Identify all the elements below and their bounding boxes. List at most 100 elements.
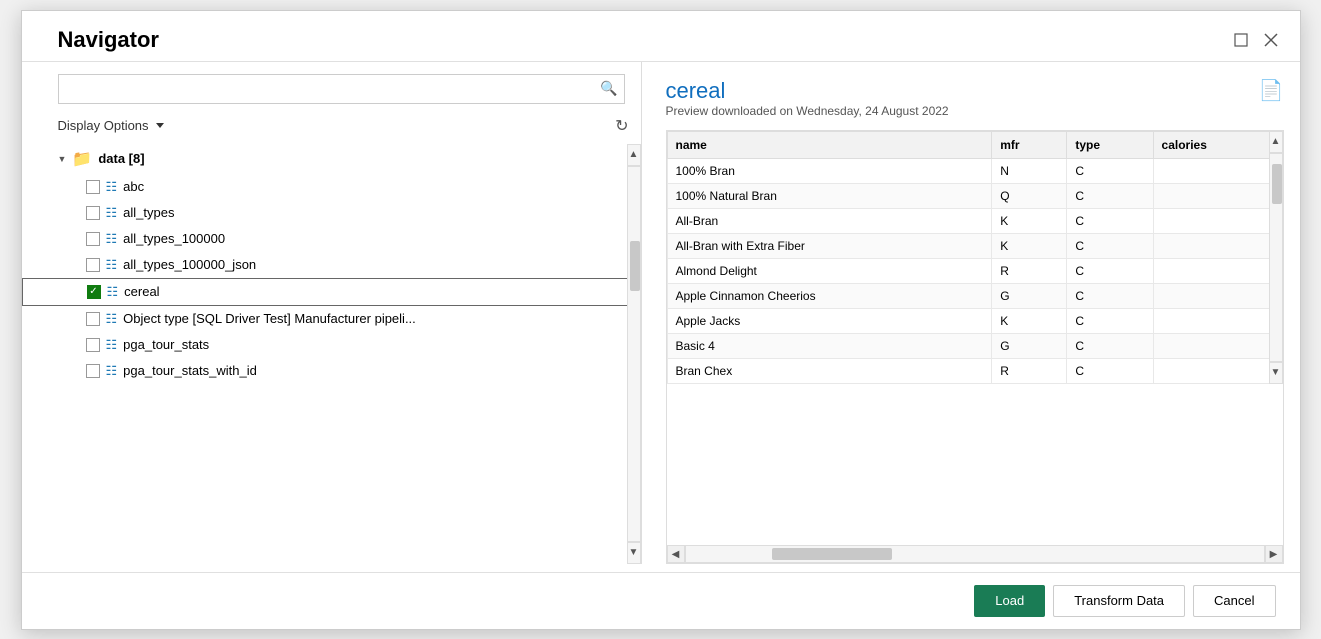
h-scroll-track — [685, 545, 1265, 563]
cell-type: C — [1067, 233, 1153, 258]
table-icon: ☷ — [106, 179, 118, 195]
list-item[interactable]: ☷ pga_tour_stats — [22, 332, 641, 358]
dropdown-arrow-icon — [156, 123, 164, 128]
scroll-down-button[interactable]: ▼ — [627, 542, 641, 564]
cell-name: All-Bran — [667, 208, 992, 233]
h-scroll-thumb[interactable] — [772, 548, 892, 560]
cell-calories — [1153, 333, 1282, 358]
collapse-icon[interactable]: ▼ — [58, 154, 67, 164]
tree-list: ▼ 📁 data [8] ☷ abc ☷ all_types ☷ — [22, 144, 641, 564]
search-input[interactable] — [65, 81, 601, 96]
item-label: pga_tour_stats — [123, 337, 209, 352]
cell-mfr: G — [992, 283, 1067, 308]
scroll-thumb[interactable] — [630, 241, 640, 291]
refresh-icon[interactable]: ↻ — [615, 116, 628, 136]
item-label: all_types — [123, 205, 174, 220]
item-checkbox[interactable] — [86, 180, 100, 194]
preview-copy-icon[interactable]: 📄 — [1259, 78, 1284, 103]
cell-type: C — [1067, 308, 1153, 333]
table-scroll-thumb[interactable] — [1272, 164, 1282, 204]
cell-mfr: R — [992, 258, 1067, 283]
scroll-up-button[interactable]: ▲ — [627, 144, 641, 166]
transform-data-button[interactable]: Transform Data — [1053, 585, 1185, 617]
table-scroll-track — [1269, 153, 1283, 362]
item-checkbox-cereal[interactable]: ✓ — [87, 285, 101, 299]
close-button[interactable] — [1262, 31, 1280, 49]
table-icon: ☷ — [106, 363, 118, 379]
table-row: Almond Delight R C — [667, 258, 1282, 283]
horizontal-scrollbar: ◀ ▶ — [667, 545, 1283, 563]
item-checkbox[interactable] — [86, 364, 100, 378]
cell-type: C — [1067, 158, 1153, 183]
cell-name: Almond Delight — [667, 258, 992, 283]
navigator-dialog: Navigator 🔍 — [21, 10, 1301, 630]
list-item[interactable]: ☷ all_types_100000 — [22, 226, 641, 252]
list-item[interactable]: ☷ Object type [SQL Driver Test] Manufact… — [22, 306, 641, 332]
cell-type: C — [1067, 208, 1153, 233]
tree-folder: ▼ 📁 data [8] — [22, 144, 641, 174]
cell-name: Apple Cinnamon Cheerios — [667, 283, 992, 308]
table-row: 100% Natural Bran Q C — [667, 183, 1282, 208]
col-header-name: name — [667, 131, 992, 158]
list-item-cereal[interactable]: ✓ ☷ cereal — [22, 278, 641, 306]
preview-title-group: cereal Preview downloaded on Wednesday, … — [666, 78, 949, 118]
main-content: 🔍 Display Options ↻ ▼ 📁 data [8] — [22, 61, 1300, 564]
cell-mfr: R — [992, 358, 1067, 383]
item-checkbox[interactable] — [86, 258, 100, 272]
cancel-button[interactable]: Cancel — [1193, 585, 1275, 617]
table-row: Basic 4 G C — [667, 333, 1282, 358]
col-header-mfr: mfr — [992, 131, 1067, 158]
display-options-button[interactable]: Display Options — [58, 118, 164, 133]
preview-subtitle: Preview downloaded on Wednesday, 24 Augu… — [666, 104, 949, 118]
preview-header: cereal Preview downloaded on Wednesday, … — [666, 78, 1284, 118]
cell-calories — [1153, 158, 1282, 183]
item-checkbox[interactable] — [86, 206, 100, 220]
cell-type: C — [1067, 183, 1153, 208]
table-outer: name mfr type calories 100% Bran N — [667, 131, 1283, 545]
list-item[interactable]: ☷ all_types_100000_json — [22, 252, 641, 278]
table-scroll-up[interactable]: ▲ — [1269, 131, 1283, 153]
load-button[interactable]: Load — [974, 585, 1045, 617]
list-item[interactable]: ☷ pga_tour_stats_with_id — [22, 358, 641, 384]
right-panel: cereal Preview downloaded on Wednesday, … — [642, 62, 1300, 564]
item-checkbox[interactable] — [86, 338, 100, 352]
window-controls — [1232, 31, 1280, 49]
table-vscroll[interactable]: ▲ ▼ — [1269, 131, 1283, 384]
item-checkbox[interactable] — [86, 312, 100, 326]
item-label-cereal: cereal — [124, 284, 159, 299]
maximize-button[interactable] — [1232, 31, 1250, 49]
list-item[interactable]: ☷ abc — [22, 174, 641, 200]
h-scroll-right[interactable]: ▶ — [1265, 545, 1283, 563]
cell-calories — [1153, 208, 1282, 233]
table-icon: ☷ — [106, 257, 118, 273]
dialog-title: Navigator — [58, 27, 159, 53]
display-options-row: Display Options ↻ — [22, 112, 641, 144]
table-scroll-down[interactable]: ▼ — [1269, 362, 1283, 384]
item-checkbox[interactable] — [86, 232, 100, 246]
cell-name: All-Bran with Extra Fiber — [667, 233, 992, 258]
table-icon: ☷ — [106, 231, 118, 247]
cell-name: 100% Natural Bran — [667, 183, 992, 208]
cell-type: C — [1067, 258, 1153, 283]
table-row: All-Bran K C — [667, 208, 1282, 233]
col-header-calories: calories — [1153, 131, 1282, 158]
item-label: Object type [SQL Driver Test] Manufactur… — [123, 311, 416, 326]
table-icon: ☷ — [106, 311, 118, 327]
cell-calories — [1153, 233, 1282, 258]
list-item[interactable]: ☷ all_types — [22, 200, 641, 226]
cell-type: C — [1067, 283, 1153, 308]
search-icon: 🔍 — [600, 80, 617, 97]
cell-type: C — [1067, 358, 1153, 383]
table-row: Bran Chex R C — [667, 358, 1282, 383]
vertical-scrollbar[interactable]: ▲ ▼ — [627, 144, 641, 564]
cell-mfr: K — [992, 208, 1067, 233]
cell-calories — [1153, 258, 1282, 283]
cell-mfr: N — [992, 158, 1067, 183]
h-scroll-left[interactable]: ◀ — [667, 545, 685, 563]
item-label: all_types_100000_json — [123, 257, 256, 272]
cell-calories — [1153, 283, 1282, 308]
cell-mfr: K — [992, 308, 1067, 333]
cell-calories — [1153, 183, 1282, 208]
col-header-type: type — [1067, 131, 1153, 158]
table-row: 100% Bran N C — [667, 158, 1282, 183]
